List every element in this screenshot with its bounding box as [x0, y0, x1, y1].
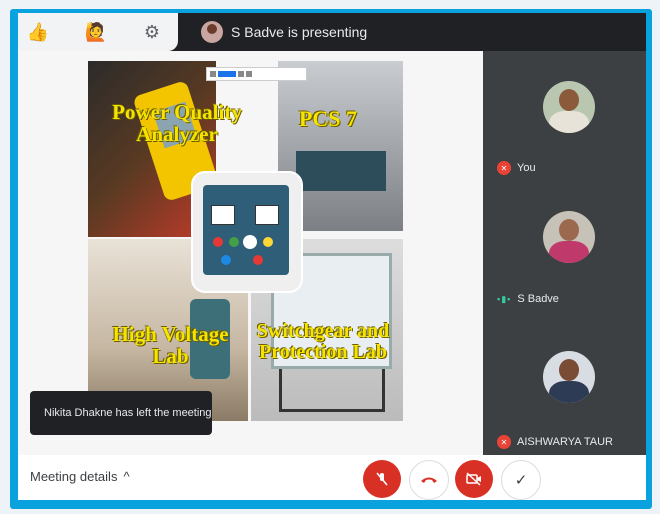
participant-tile-aishwarya[interactable]: ✕ AISHWARYA TAUR — [483, 311, 646, 455]
avatar — [543, 81, 595, 133]
camera-off-icon — [466, 472, 481, 486]
reaction-bar: 👍 🙋 ⚙ — [18, 13, 178, 51]
chevron-up-icon: ^ — [123, 469, 130, 484]
participant-tile-you[interactable]: ✕ You — [483, 51, 646, 181]
avatar — [543, 211, 595, 263]
raise-hand-icon[interactable]: 🙋 — [82, 18, 110, 46]
label-high-voltage-lab: High Voltage Lab — [112, 322, 229, 369]
meeting-details-label: Meeting details — [30, 469, 118, 484]
end-call-icon — [421, 477, 437, 483]
label-pcs7: PCS 7 — [298, 106, 358, 131]
slide-browser-bar — [206, 67, 307, 81]
thumbs-up-icon[interactable]: 👍 — [24, 18, 52, 46]
presenter-text: S Badve is presenting — [231, 24, 368, 40]
label-power-quality-analyzer: Power Quality Analyzer — [112, 100, 242, 147]
check-icon: ✓ — [514, 472, 528, 489]
left-meeting-notification: Nikita Dhakne has left the meeting — [30, 391, 212, 435]
speaking-icon: ▪▮▪ — [497, 293, 512, 304]
meeting-details-button[interactable]: Meeting details ^ — [30, 469, 130, 484]
presenter-avatar — [201, 21, 223, 43]
lab-collage: Power Quality Analyzer PCS 7 High Voltag… — [88, 61, 403, 421]
avatar — [543, 351, 595, 403]
meet-window: 👍 🙋 ⚙ S Badve is presenting Power Qualit… — [18, 13, 646, 500]
mic-off-icon: ✕ — [497, 435, 511, 449]
bottom-controls: Meeting details ^ ✓ — [18, 455, 646, 500]
presenter-indicator: S Badve is presenting — [201, 19, 367, 45]
label-switchgear-lab: Switchgear and Protection Lab — [256, 320, 390, 363]
participant-name: S Badve — [517, 293, 559, 305]
settings-icon[interactable]: ⚙ — [138, 18, 166, 46]
participant-tile-s-badve[interactable]: ▪▮▪ S Badve — [483, 181, 646, 311]
camera-toggle-button[interactable] — [455, 460, 493, 498]
presentation-slide: Power Quality Analyzer PCS 7 High Voltag… — [18, 51, 483, 455]
participant-name: You — [517, 162, 536, 174]
top-bar: 👍 🙋 ⚙ S Badve is presenting — [18, 13, 646, 51]
mic-off-icon — [376, 472, 388, 486]
check-button[interactable]: ✓ — [501, 460, 541, 500]
mic-off-icon: ✕ — [497, 161, 511, 175]
trainer-kit-photo — [191, 171, 303, 293]
mic-toggle-button[interactable] — [363, 460, 401, 498]
end-call-button[interactable] — [409, 460, 449, 500]
participant-name: AISHWARYA TAUR — [517, 436, 613, 448]
